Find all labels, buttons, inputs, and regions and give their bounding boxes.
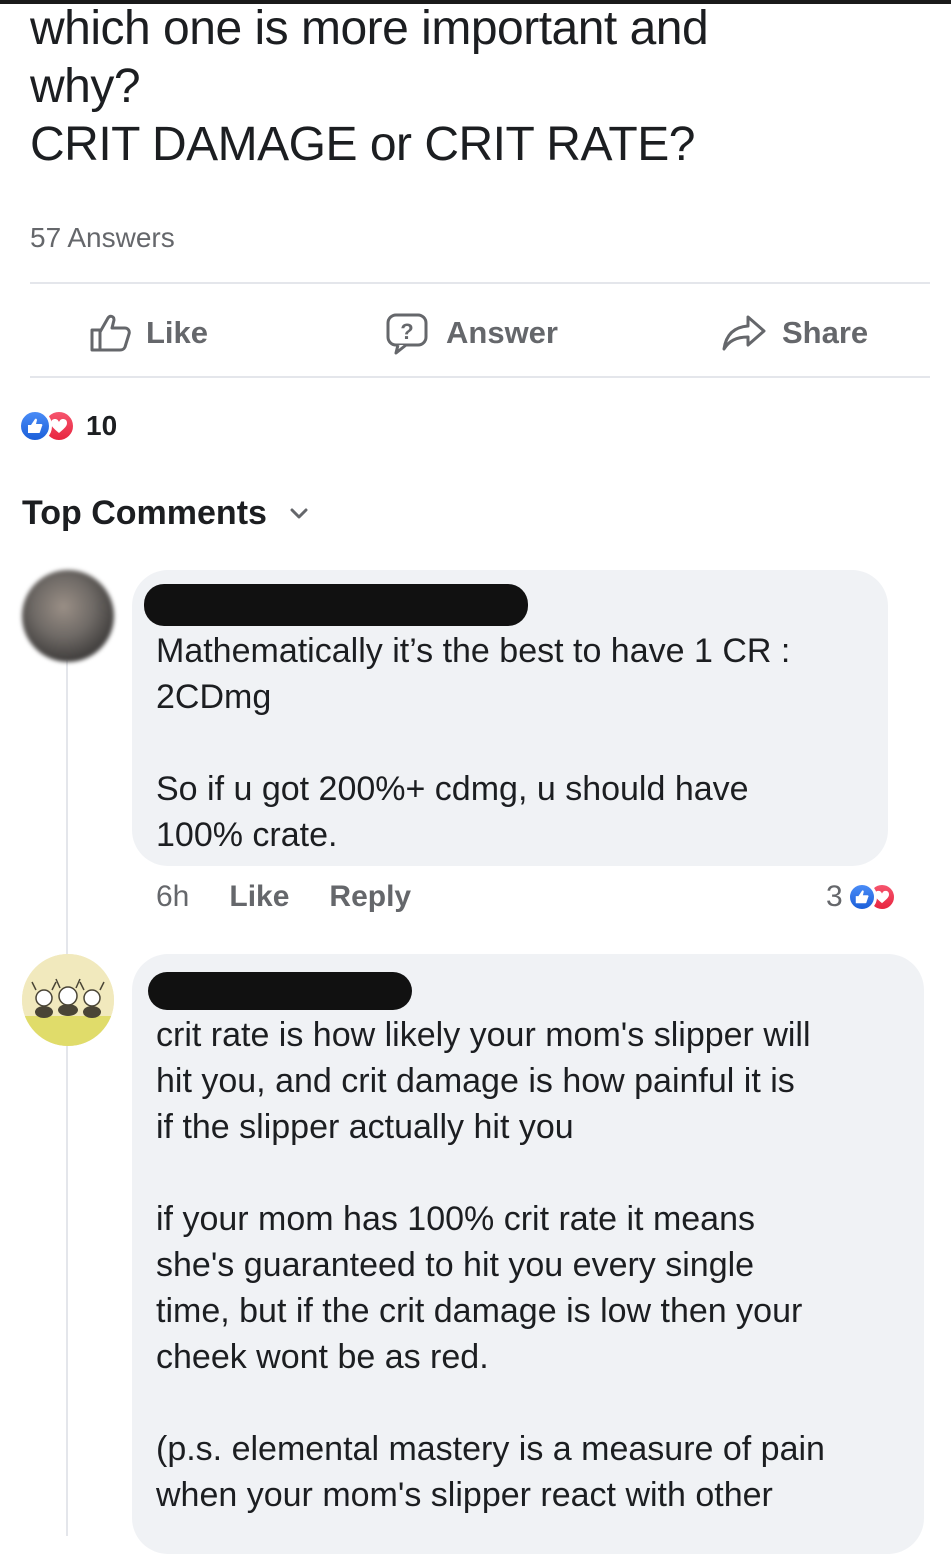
redacted-author-name [144, 584, 528, 626]
thumbs-up-icon [90, 314, 131, 352]
divider [30, 376, 930, 378]
question-bubble-icon: ? [386, 313, 428, 355]
like-reaction-icon [846, 882, 877, 912]
reactions-summary[interactable]: 10 [18, 406, 117, 446]
comments-sort-dropdown[interactable]: Top Comments [22, 494, 309, 533]
comment-text: Mathematically it’s the best to have 1 C… [156, 632, 791, 854]
share-label: Share [782, 315, 869, 350]
redacted-author-name [148, 972, 412, 1010]
comment-like-button[interactable]: Like [229, 880, 289, 914]
question-title: which one is more important and why? CRI… [30, 0, 910, 174]
reaction-count: 10 [86, 410, 118, 441]
svg-text:?: ? [400, 319, 413, 344]
like-reaction-icon [18, 409, 52, 443]
answer-label: Answer [446, 315, 558, 350]
comment-text: crit rate is how likely your mom's slipp… [156, 1016, 825, 1514]
share-button[interactable]: Share [720, 305, 868, 361]
chevron-down-icon [290, 508, 308, 518]
like-label: Like [146, 315, 209, 350]
answers-count[interactable]: 57 Answers [30, 222, 175, 254]
comments-sort-label: Top Comments [22, 494, 267, 532]
avatar-cartoon-image [22, 954, 114, 1046]
share-arrow-icon [722, 315, 766, 351]
question-line: which one is more important and [30, 2, 709, 55]
comment-reply-button[interactable]: Reply [329, 880, 411, 914]
comment-meta: 6h Like Reply [156, 880, 451, 914]
comment-thread-line [66, 660, 68, 1536]
like-button[interactable]: Like [88, 305, 208, 361]
question-line: why? [30, 60, 141, 113]
question-line: CRIT DAMAGE or CRIT RATE? [30, 118, 695, 171]
comment-reactions[interactable]: 3 [826, 880, 897, 914]
comment-reaction-count: 3 [826, 880, 843, 913]
post-actions-bar: Like ? Answer Share [0, 305, 951, 361]
avatar[interactable] [22, 570, 114, 662]
avatar[interactable] [22, 954, 114, 1046]
answer-button[interactable]: ? Answer [384, 305, 558, 361]
comment-timestamp[interactable]: 6h [156, 880, 189, 914]
divider [30, 282, 930, 284]
